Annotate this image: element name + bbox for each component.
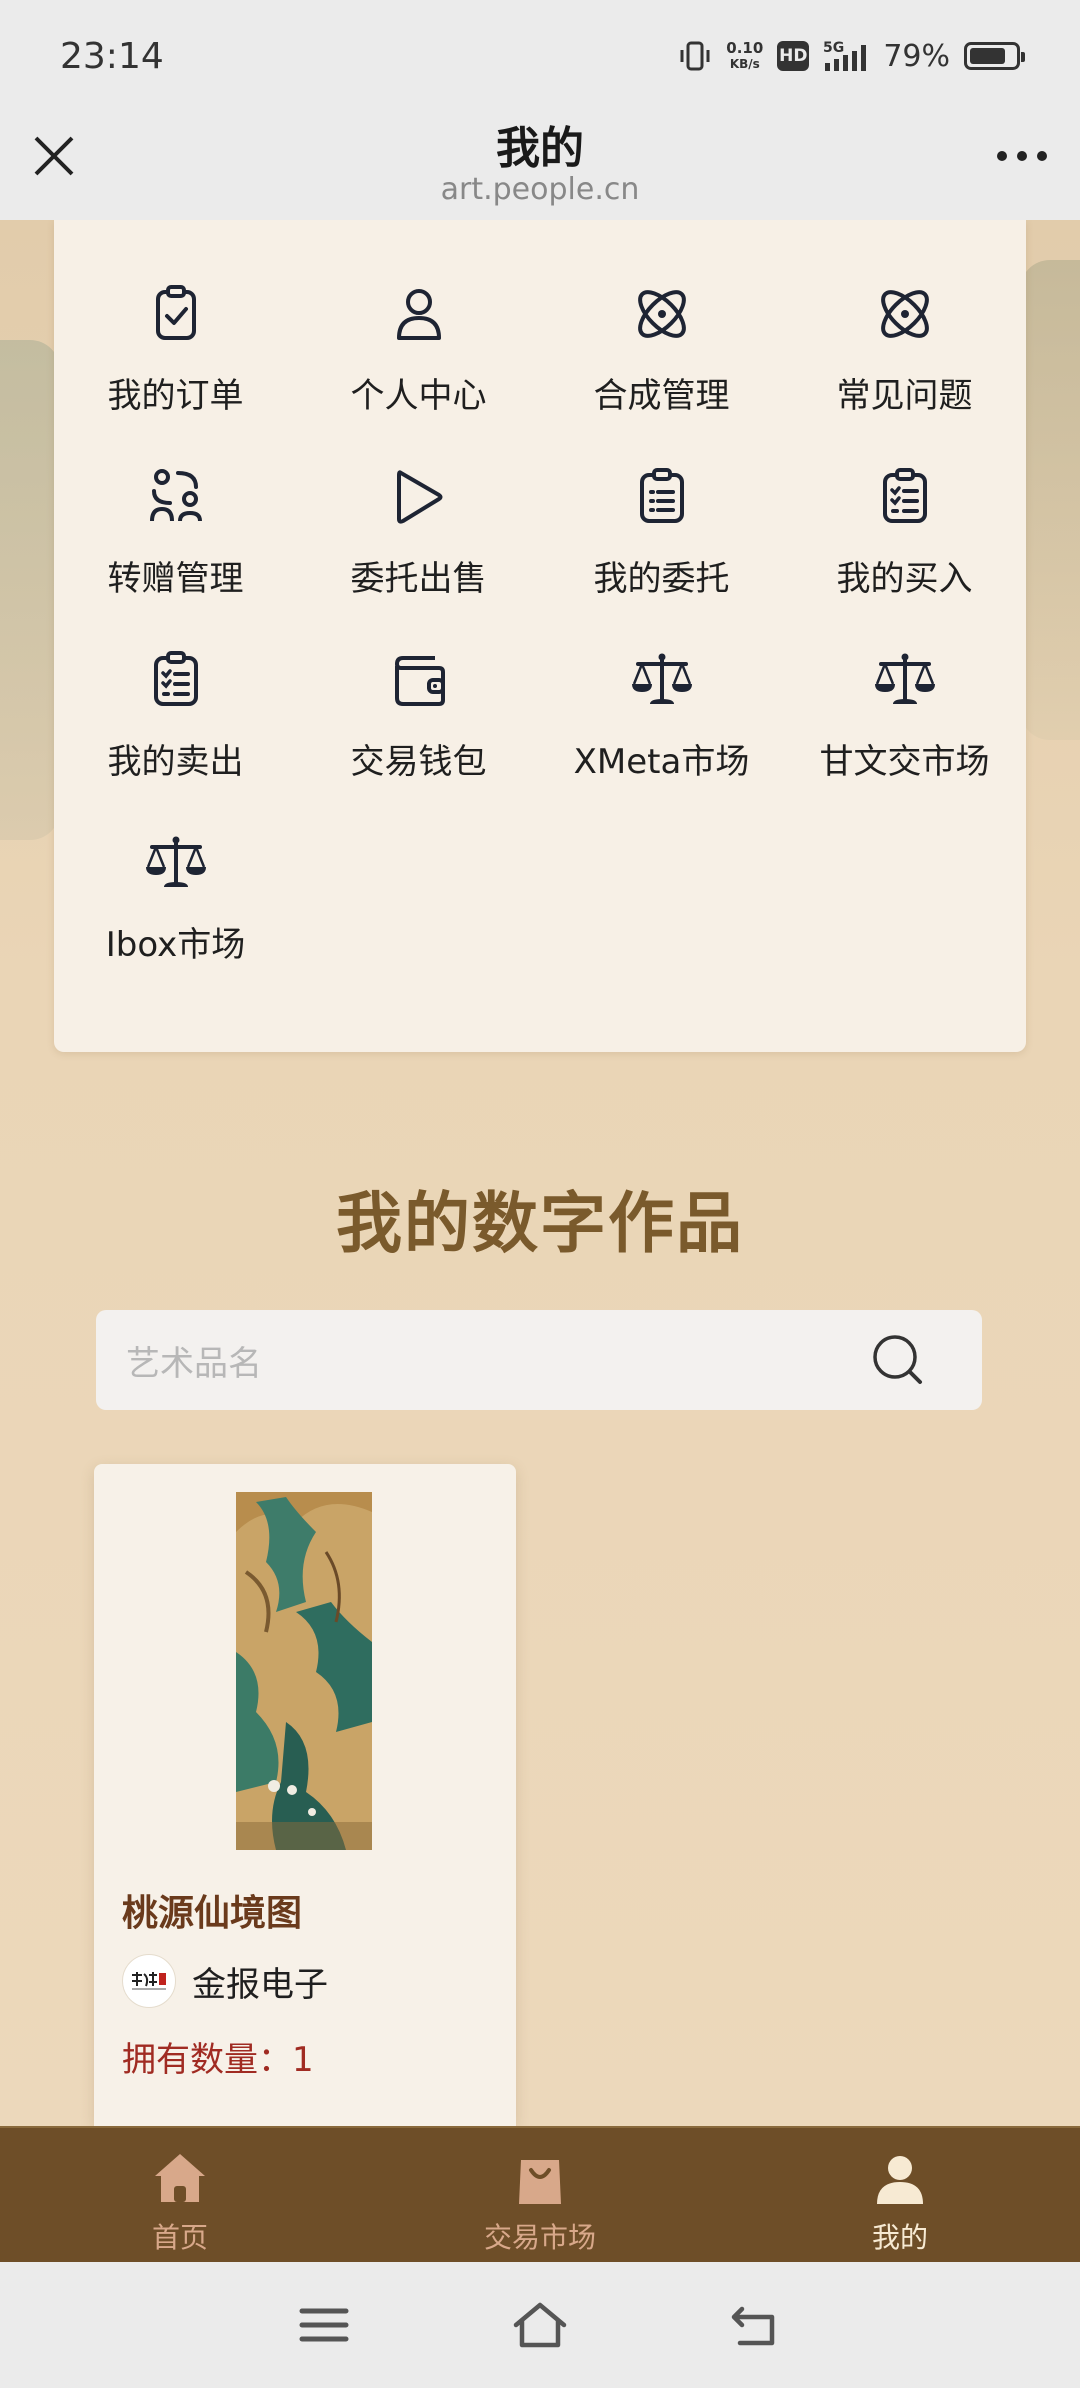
back-icon[interactable] — [728, 2297, 784, 2353]
battery-percent: 79% — [883, 38, 950, 74]
scale-icon — [144, 831, 208, 895]
menu-item-10[interactable]: 交易钱包 — [297, 648, 540, 831]
artwork-title: 桃源仙境图 — [122, 1893, 303, 1934]
shopping-bag-icon — [519, 2160, 561, 2204]
menu-item-9[interactable]: 我的卖出 — [54, 648, 297, 831]
menu-item-3[interactable]: 合成管理 — [540, 282, 783, 465]
more-icon[interactable] — [994, 132, 1050, 180]
menu-item-4[interactable]: 常见问题 — [783, 282, 1026, 465]
menu-item-label: 转赠管理 — [107, 559, 244, 599]
menu-item-8[interactable]: 我的买入 — [783, 465, 1026, 648]
background-decoration-right — [1020, 260, 1080, 740]
clipboard-list-icon — [630, 465, 694, 529]
clipboard-checklist-icon — [144, 648, 208, 712]
network-speed-unit: KB/s — [729, 57, 760, 71]
menu-item-12[interactable]: 甘文交市场 — [783, 648, 1026, 831]
menu-item-2[interactable]: 个人中心 — [297, 282, 540, 465]
section-title: 我的数字作品 — [336, 1185, 744, 1262]
tab-home-label: 首页 — [151, 2221, 208, 2254]
clipboard-checklist-icon — [873, 465, 937, 529]
owned-label: 拥有数量： — [122, 2040, 292, 2080]
scale-icon — [873, 648, 937, 712]
menu-grid: 我的订单 个人中心 合成管理 常见问题转赠管理 委托出售 我的委托 我的买入我的卖出 交易钱包… — [54, 282, 1026, 1014]
menu-item-6[interactable]: 委托出售 — [297, 465, 540, 648]
page-content: 我的订单 个人中心 合成管理 常见问题转赠管理 委托出售 我的委托 我的买入我的卖出 交易钱包… — [0, 220, 1080, 2126]
publisher-logo — [122, 1954, 176, 2008]
atom-icon — [630, 282, 694, 346]
user-icon — [877, 2156, 923, 2204]
network-speed: 0.10 KB/s — [726, 40, 763, 72]
owned-count: 1 — [292, 2040, 314, 2080]
title-bar: 我的 art.people.cn — [0, 112, 1080, 220]
menu-item-1[interactable]: 我的订单 — [54, 282, 297, 465]
menu-item-label: XMeta市场 — [573, 742, 750, 782]
menu-item-label: 合成管理 — [593, 376, 730, 416]
menu-panel: 我的订单 个人中心 合成管理 常见问题转赠管理 委托出售 我的委托 我的买入我的卖出 交易钱包… — [54, 220, 1026, 1052]
system-nav-bar — [0, 2262, 1080, 2388]
artwork-publisher: 金报电子 — [122, 1954, 328, 2008]
menu-item-label: 甘文交市场 — [819, 742, 990, 782]
network-speed-value: 0.10 — [726, 39, 764, 57]
wallet-icon — [387, 648, 451, 712]
clipboard-check-icon — [144, 282, 208, 346]
menu-item-label: 个人中心 — [350, 376, 487, 416]
search-input[interactable]: 艺术品名 — [126, 1336, 870, 1385]
home-nav-icon[interactable] — [512, 2297, 568, 2353]
menu-item-label: 交易钱包 — [350, 742, 487, 782]
tab-mine[interactable]: 我的 — [720, 2128, 1080, 2262]
signal-5g-icon: 5G — [823, 40, 867, 71]
menu-item-label: Ibox市场 — [105, 925, 246, 965]
background-decoration-left — [0, 340, 60, 840]
publisher-logo-mark — [132, 1972, 166, 1990]
menu-item-7[interactable]: 我的委托 — [540, 465, 783, 648]
page-url: art.people.cn — [440, 172, 640, 207]
users-transfer-icon — [144, 465, 208, 529]
artwork-thumbnail[interactable] — [236, 1492, 372, 1850]
owned-quantity: 拥有数量：1 — [122, 2032, 314, 2081]
menu-icon[interactable] — [296, 2297, 352, 2353]
tab-market[interactable]: 交易市场 — [360, 2128, 720, 2262]
menu-item-11[interactable]: XMeta市场 — [540, 648, 783, 831]
search-icon[interactable] — [870, 1332, 926, 1388]
menu-item-label: 我的委托 — [593, 559, 730, 599]
hd-badge: HD — [777, 41, 810, 71]
page-title: 我的 — [496, 123, 584, 174]
atom-icon — [873, 282, 937, 346]
scale-icon — [630, 648, 694, 712]
user-icon — [387, 282, 451, 346]
bottom-tabbar: 首页 交易市场 我的 — [0, 2126, 1080, 2262]
status-icons: 0.10 KB/s HD 5G 79% — [678, 38, 1025, 74]
search-bar[interactable]: 艺术品名 — [96, 1310, 982, 1410]
tab-mine-label: 我的 — [871, 2221, 928, 2254]
tab-market-label: 交易市场 — [483, 2221, 596, 2254]
home-icon — [155, 2154, 205, 2202]
battery-icon — [964, 42, 1025, 70]
network-type: 5G — [823, 40, 844, 56]
status-time: 23:14 — [60, 35, 164, 77]
tab-home[interactable]: 首页 — [0, 2128, 360, 2262]
artwork-card[interactable]: 桃源仙境图 金报电子 拥有数量：1 — [94, 1464, 516, 2126]
menu-item-5[interactable]: 转赠管理 — [54, 465, 297, 648]
status-bar: 23:14 0.10 KB/s HD 5G 79% — [0, 0, 1080, 112]
menu-item-label: 我的订单 — [107, 376, 244, 416]
battery-fill — [970, 48, 1005, 64]
menu-item-label: 委托出售 — [350, 559, 487, 599]
menu-item-label: 我的卖出 — [107, 742, 244, 782]
vibrate-icon — [680, 41, 710, 71]
publisher-name: 金报电子 — [192, 1964, 328, 2005]
menu-item-label: 我的买入 — [836, 559, 973, 599]
menu-item-label: 常见问题 — [836, 376, 973, 416]
menu-item-13[interactable]: Ibox市场 — [54, 831, 297, 1014]
play-icon — [387, 465, 451, 529]
